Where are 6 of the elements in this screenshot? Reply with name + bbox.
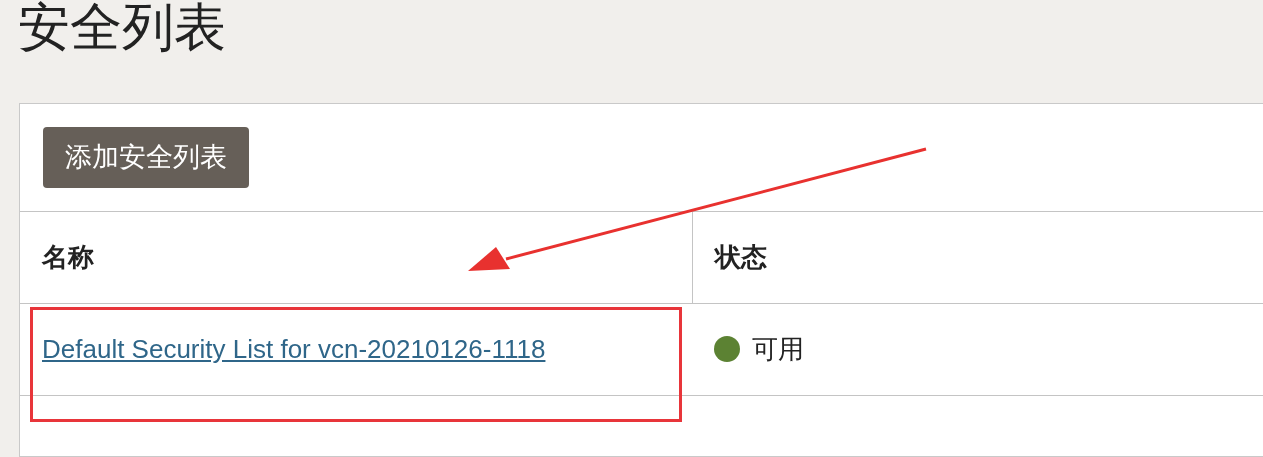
security-list-link[interactable]: Default Security List for vcn-20210126-1118 [42, 333, 546, 364]
column-header: 名称 [42, 241, 94, 272]
column-header: 状态 [714, 241, 767, 272]
add-security-list-button[interactable]: 添加安全列表 [43, 127, 249, 188]
status-text: 可用 [752, 333, 804, 364]
page-title: 安全列表 [18, 0, 227, 56]
